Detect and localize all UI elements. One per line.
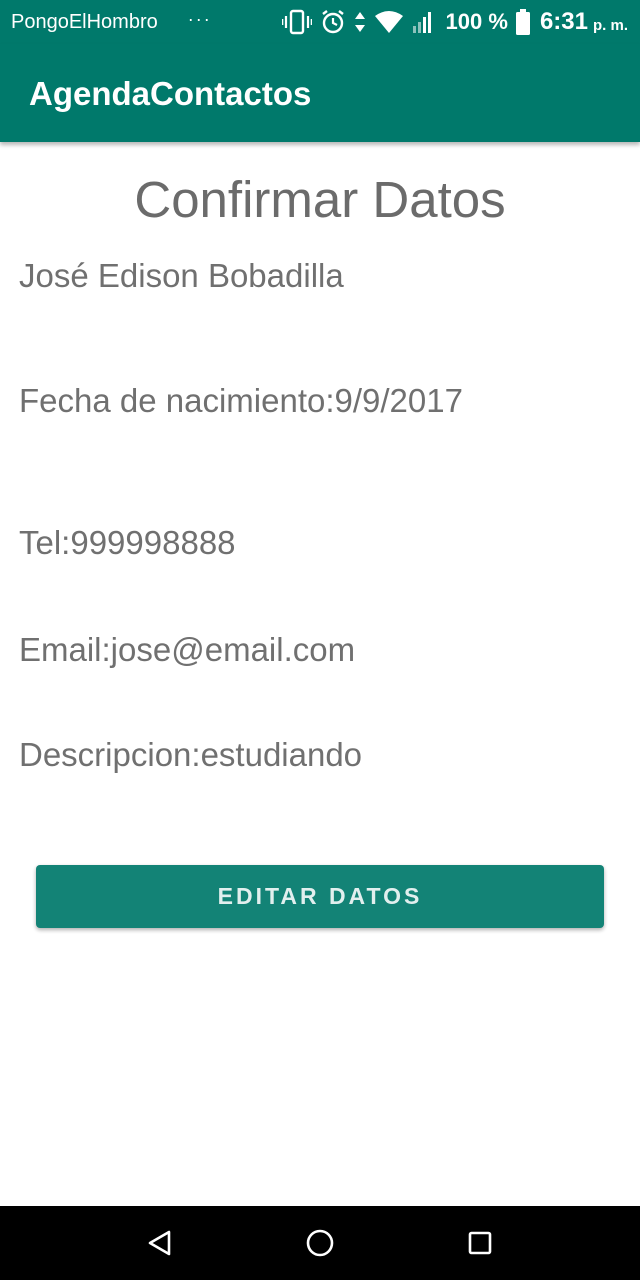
alarm-icon (320, 9, 346, 35)
status-bar: PongoElHombro ··· 100 % 6:31 p. m. (0, 0, 640, 44)
main-content: Confirmar Datos José Edison Bobadilla Fe… (0, 142, 640, 1206)
battery-percent: 100 % (445, 9, 508, 34)
vibrate-icon (281, 9, 312, 35)
wifi-icon (374, 10, 404, 34)
battery-icon (515, 9, 530, 35)
signal-icon (412, 10, 434, 34)
data-arrows-icon (354, 10, 366, 34)
back-icon[interactable] (142, 1225, 178, 1261)
edit-data-button-label: EDITAR DATOS (217, 883, 423, 909)
recents-icon[interactable] (462, 1225, 498, 1261)
home-icon[interactable] (302, 1225, 338, 1261)
email-address: Email:jose@email.com (19, 631, 356, 668)
app-title: AgendaContactos (29, 75, 312, 112)
status-right: 100 % 6:31 p. m. (281, 0, 628, 44)
screen: PongoElHombro ··· 100 % 6:31 p. m. Agend… (0, 0, 640, 1280)
contact-name: José Edison Bobadilla (19, 257, 344, 294)
phone-number: Tel:999998888 (19, 524, 236, 561)
birth-date: Fecha de nacimiento:9/9/2017 (19, 382, 463, 419)
clock-ampm: p. m. (592, 16, 628, 34)
clock-time: 6:31 (539, 8, 588, 35)
page-title: Confirmar Datos (134, 171, 506, 228)
navigation-bar (0, 1206, 640, 1280)
more-notifications-icon: ··· (187, 8, 212, 29)
carrier-label: PongoElHombro (11, 10, 158, 33)
description: Descripcion:estudiando (19, 736, 363, 773)
app-bar: AgendaContactos (0, 44, 640, 142)
edit-data-button[interactable]: EDITAR DATOS (36, 865, 604, 928)
status-left: PongoElHombro ··· (11, 0, 212, 44)
